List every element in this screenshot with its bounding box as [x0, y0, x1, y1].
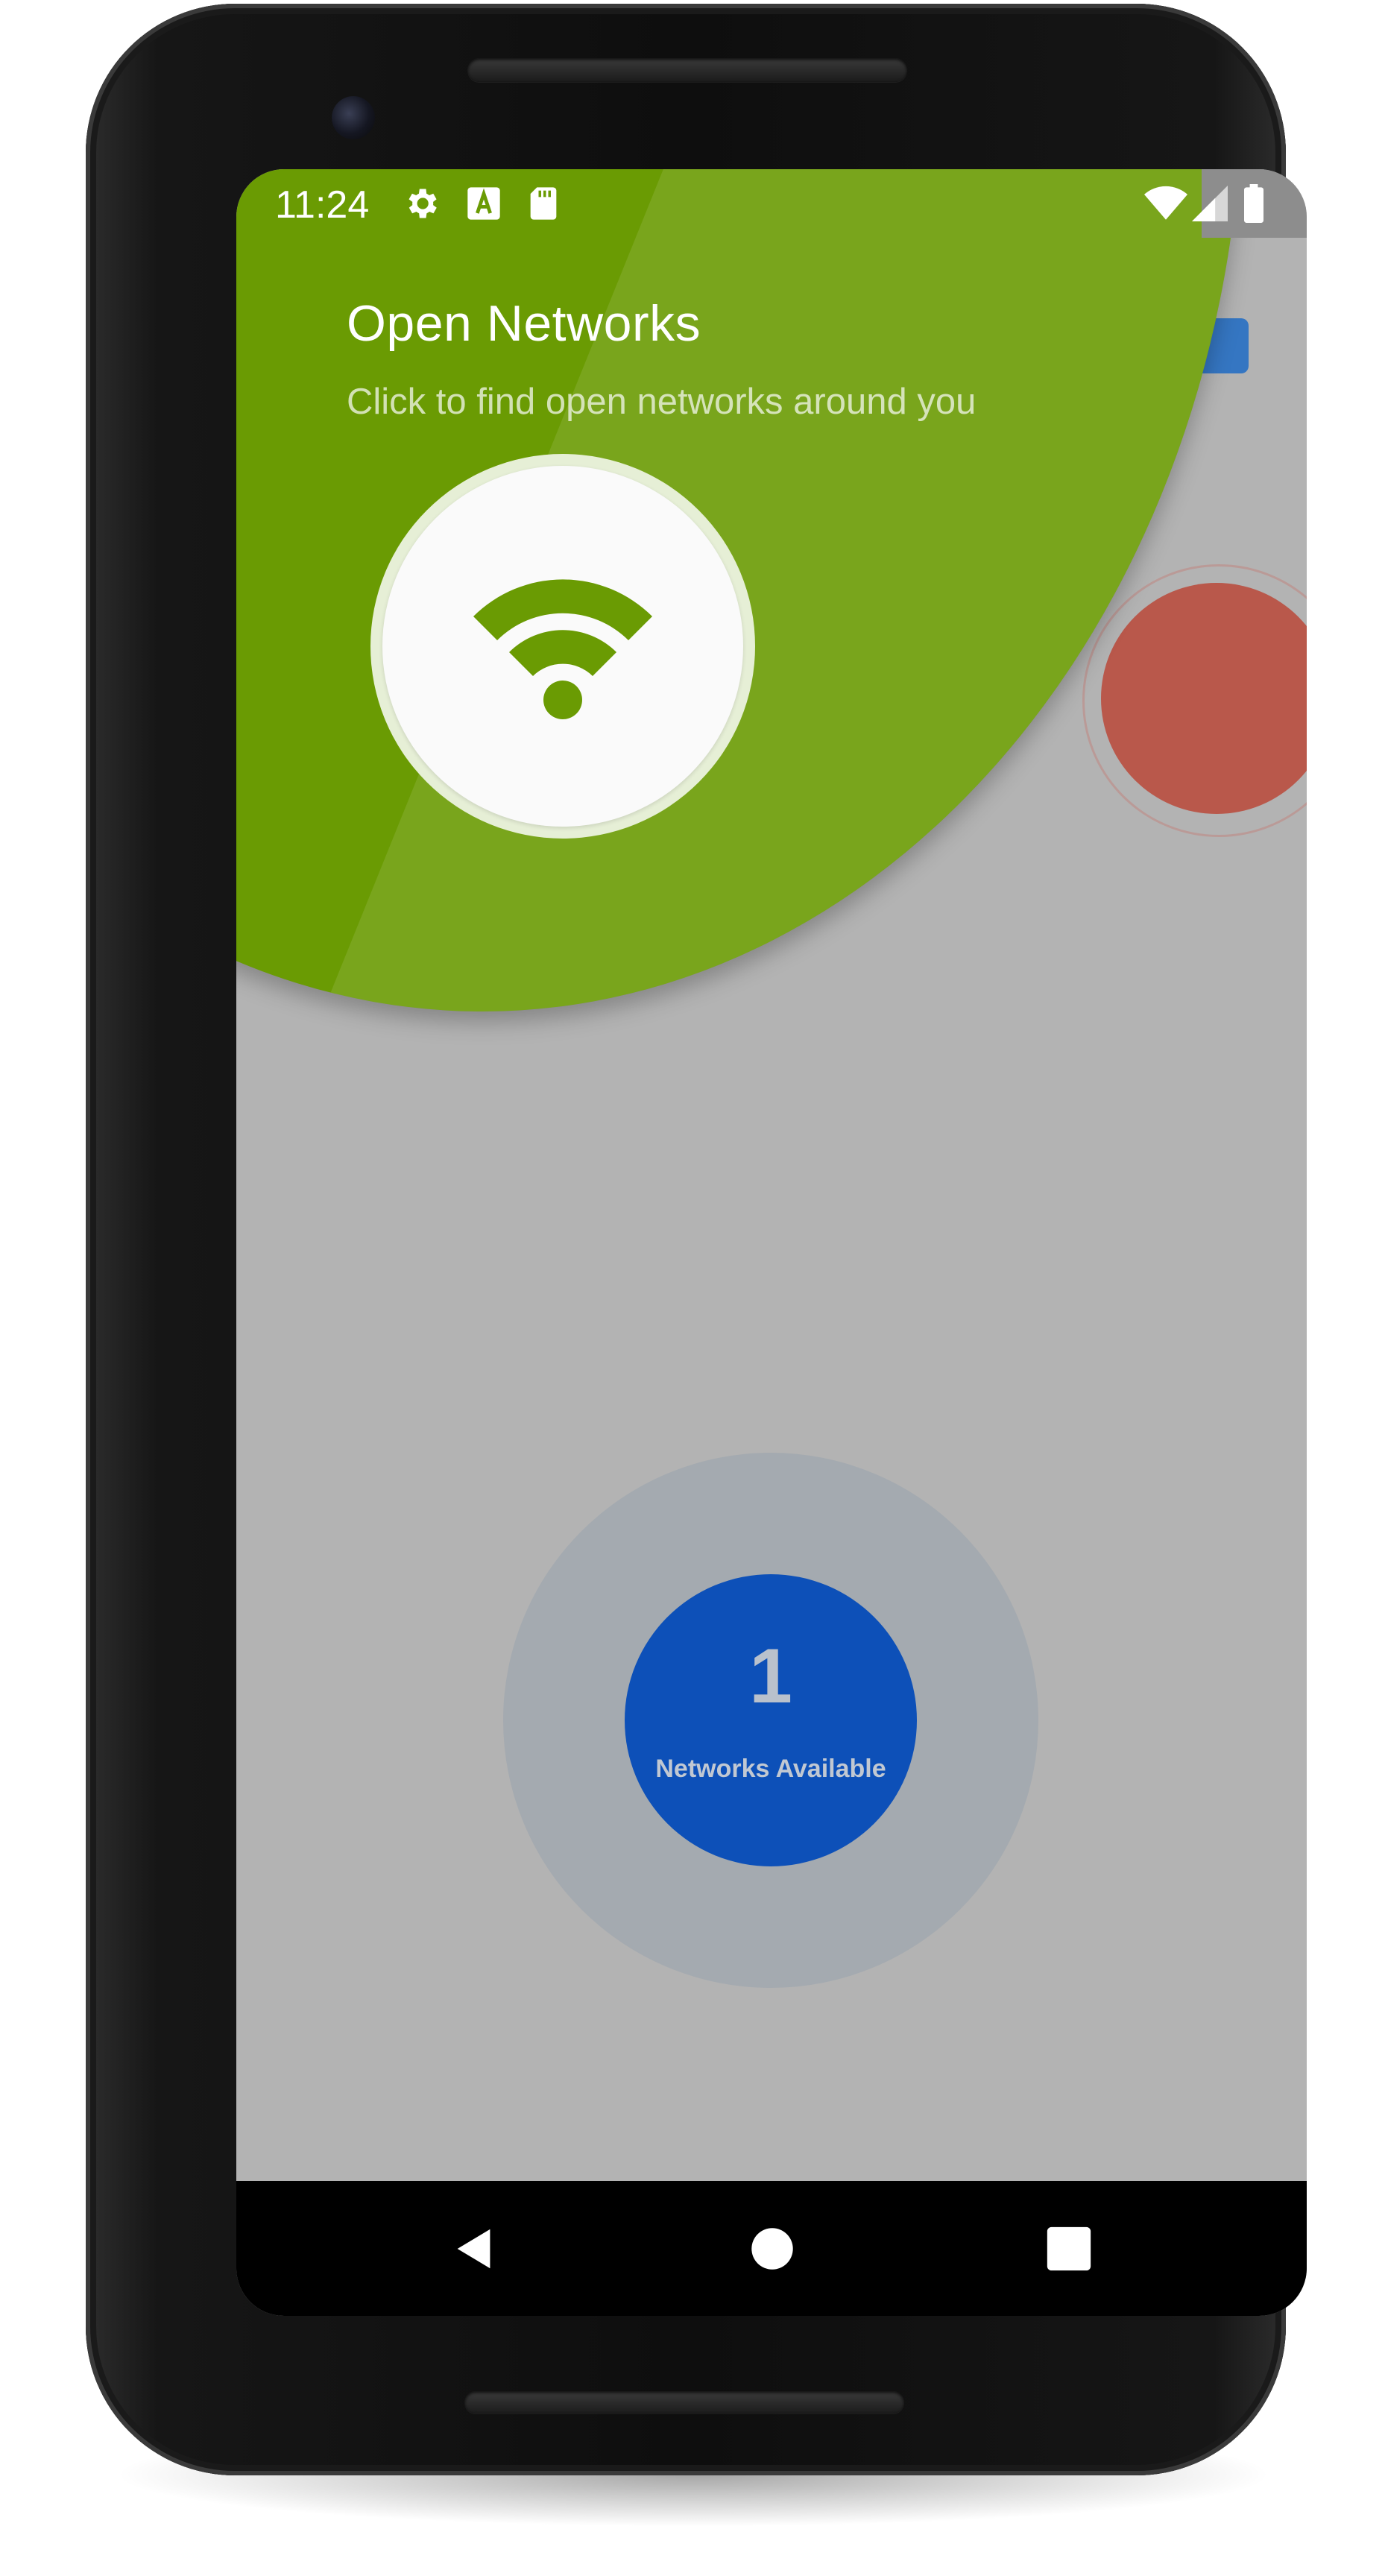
- sd-card-icon: [530, 187, 557, 220]
- back-icon[interactable]: [449, 2223, 501, 2275]
- status-time: 11:24: [275, 183, 370, 227]
- wifi-icon: [473, 579, 652, 719]
- networks-count: 1: [749, 1633, 792, 1720]
- networks-available-button[interactable]: 1 Networks Available: [625, 1574, 917, 1866]
- screen: 1 Networks Available Open Networks Click…: [236, 169, 1307, 2316]
- text-a-icon: [467, 187, 500, 220]
- recents-icon[interactable]: [1043, 2223, 1095, 2275]
- battery-icon: [1244, 184, 1263, 223]
- status-bar: 11:24: [236, 169, 1307, 238]
- wifi-signal-icon: [1144, 186, 1187, 220]
- cell-signal-icon: [1192, 186, 1228, 221]
- networks-label: Networks Available: [655, 1755, 886, 1783]
- tutorial-subtitle: Click to find open networks around you: [347, 382, 977, 422]
- tutorial-title: Open Networks: [347, 295, 701, 352]
- phone-frame: 1 Networks Available Open Networks Click…: [86, 4, 1307, 2475]
- front-camera: [332, 96, 375, 139]
- home-icon[interactable]: [746, 2223, 798, 2275]
- top-speaker: [467, 58, 907, 82]
- device-mockup: 1 Networks Available Open Networks Click…: [0, 0, 1385, 2576]
- navigation-bar: [236, 2181, 1307, 2316]
- bottom-speaker: [464, 2391, 904, 2414]
- gear-icon: [408, 189, 437, 218]
